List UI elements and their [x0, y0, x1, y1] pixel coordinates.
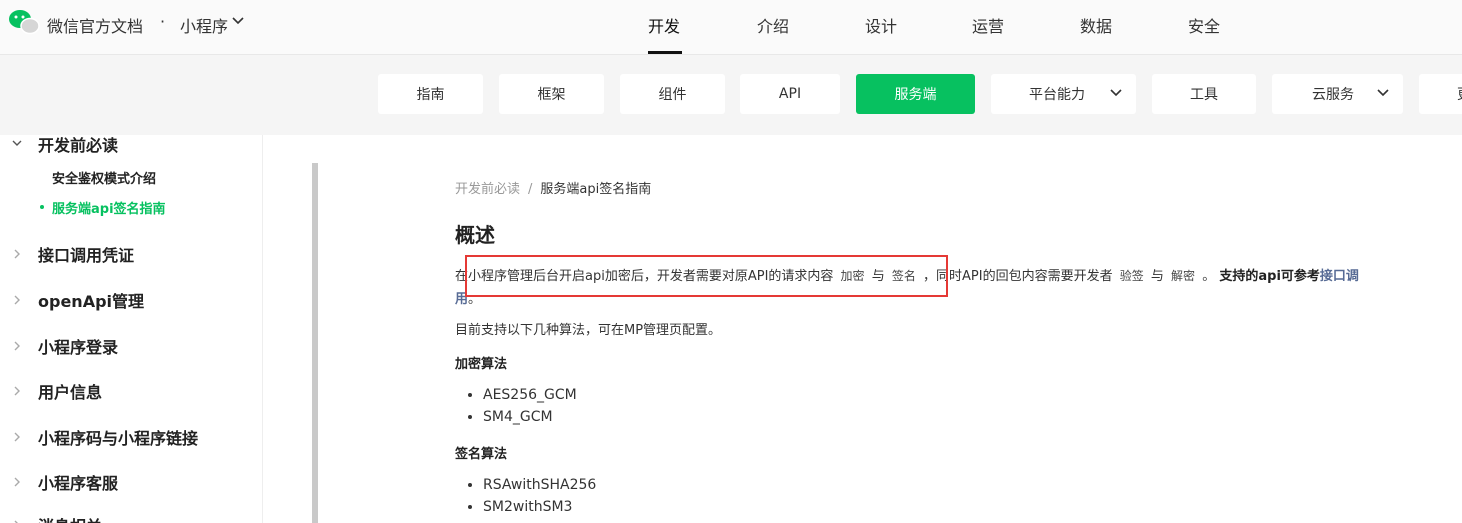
- top-bar: 微信官方文档 · 小程序 开发 介绍 设计 运营 数据 安全: [0, 0, 1462, 55]
- brand-separator: ·: [160, 12, 166, 31]
- code-decrypt: 解密: [1171, 269, 1196, 283]
- nav-intro[interactable]: 介绍: [757, 13, 789, 37]
- para1-text-c: ，同时API的回包内容需要开发者: [923, 269, 1113, 284]
- wechat-logo-icon[interactable]: [8, 9, 40, 35]
- subnav-components[interactable]: 组件: [620, 74, 725, 114]
- subnav-framework[interactable]: 框架: [499, 74, 604, 114]
- subnav-components-label: 组件: [658, 87, 687, 103]
- subnav-server[interactable]: 服务端: [856, 74, 975, 114]
- subnav-server-label: 服务端: [894, 87, 937, 103]
- chevron-right-icon[interactable]: [12, 295, 22, 305]
- signature-list: RSAwithSHA256 SM2withSM3: [455, 474, 596, 518]
- chevron-down-icon[interactable]: [232, 16, 244, 26]
- para1-bold: 支持的api可参考: [1219, 269, 1320, 284]
- subnav-more[interactable]: 更: [1419, 74, 1462, 114]
- sidebar-item-userinfo[interactable]: 用户信息: [38, 379, 102, 403]
- sidebar-item-messages[interactable]: 消息相关: [38, 513, 102, 523]
- page-title: 概述: [455, 223, 495, 247]
- breadcrumb-current: 服务端api签名指南: [540, 182, 652, 197]
- sidebar-item-qrcode-links[interactable]: 小程序码与小程序链接: [38, 425, 198, 449]
- subnav-guide-label: 指南: [416, 87, 445, 103]
- chevron-right-icon[interactable]: [12, 341, 22, 351]
- sidebar-item-customer-service[interactable]: 小程序客服: [38, 470, 118, 494]
- sidebar-divider: [262, 135, 263, 523]
- list-item: SM2withSM3: [483, 496, 596, 518]
- subnav-cloud-label: 云服务: [1312, 87, 1354, 103]
- breadcrumb-separator: /: [528, 182, 533, 197]
- sidebar-item-openapi[interactable]: openApi管理: [38, 288, 144, 312]
- chevron-right-icon[interactable]: [12, 386, 22, 396]
- chevron-right-icon[interactable]: [12, 249, 22, 259]
- sidebar-item-login[interactable]: 小程序登录: [38, 334, 118, 358]
- chevron-right-icon[interactable]: [12, 432, 22, 442]
- sidebar-section-prereading[interactable]: 开发前必读: [38, 135, 118, 156]
- subnav-api[interactable]: API: [740, 74, 840, 114]
- active-dot: [40, 205, 44, 209]
- list-item: SM4_GCM: [483, 406, 577, 428]
- encryption-list: AES256_GCM SM4_GCM: [455, 384, 577, 428]
- active-nav-underline: [648, 51, 682, 54]
- code-verify: 验签: [1119, 269, 1144, 283]
- nav-security[interactable]: 安全: [1188, 13, 1220, 37]
- chevron-down-icon: [1110, 89, 1122, 97]
- encryption-heading: 加密算法: [455, 357, 508, 372]
- sidebar-item-api-signing[interactable]: 服务端api签名指南: [52, 198, 166, 217]
- brand-title[interactable]: 微信官方文档: [47, 13, 143, 37]
- sidebar: 开发前必读 安全鉴权模式介绍 服务端api签名指南 接口调用凭证 openApi…: [0, 135, 318, 523]
- subnav-guide[interactable]: 指南: [378, 74, 483, 114]
- list-item: AES256_GCM: [483, 384, 577, 406]
- subnav-tools[interactable]: 工具: [1152, 74, 1256, 114]
- chevron-down-icon[interactable]: [12, 138, 22, 148]
- subnav-platform-label: 平台能力: [1029, 87, 1085, 103]
- subnav-more-label: 更: [1457, 84, 1462, 104]
- nav-data[interactable]: 数据: [1080, 13, 1112, 37]
- para1-text-e: 。: [1202, 269, 1216, 284]
- signature-heading: 签名算法: [455, 447, 508, 462]
- subnav-platform[interactable]: 平台能力: [991, 74, 1136, 114]
- subnav-api-label: API: [778, 86, 802, 102]
- chevron-down-icon: [1377, 89, 1389, 97]
- breadcrumb: 开发前必读 / 服务端api签名指南: [455, 178, 651, 197]
- para1-text-d: 与: [1150, 269, 1164, 284]
- chevron-right-icon[interactable]: [12, 477, 22, 487]
- sidebar-item-access-token[interactable]: 接口调用凭证: [38, 242, 134, 266]
- nav-design[interactable]: 设计: [865, 13, 897, 37]
- subnav-framework-label: 框架: [537, 87, 566, 103]
- subnav-cloud[interactable]: 云服务: [1272, 74, 1403, 114]
- api-reference-link[interactable]: 接口调: [1320, 269, 1359, 284]
- product-switcher[interactable]: 小程序: [180, 13, 228, 37]
- main-content: 开发前必读 / 服务端api签名指南 概述 在小程序管理后台开启api加密后，开发者…: [318, 135, 1462, 523]
- nav-operation[interactable]: 运营: [972, 13, 1004, 37]
- highlight-annotation-box: [465, 255, 948, 297]
- breadcrumb-parent[interactable]: 开发前必读: [455, 182, 520, 197]
- list-item: RSAwithSHA256: [483, 474, 596, 496]
- sub-nav: 指南 框架 组件 API 服务端 平台能力 工具 云服务 更: [0, 55, 1462, 135]
- subnav-tools-label: 工具: [1190, 87, 1218, 103]
- nav-dev[interactable]: 开发: [648, 13, 680, 37]
- algorithms-intro: 目前支持以下几种算法，可在MP管理页配置。: [455, 323, 722, 338]
- sidebar-item-auth-modes[interactable]: 安全鉴权模式介绍: [52, 168, 156, 187]
